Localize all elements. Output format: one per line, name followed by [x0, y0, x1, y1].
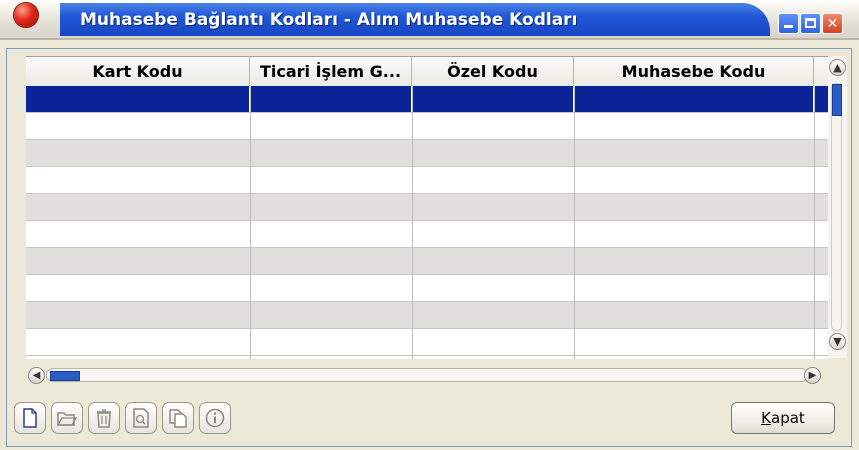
table-row[interactable] — [26, 248, 828, 275]
copy-button[interactable] — [162, 402, 194, 434]
table-cell[interactable] — [250, 194, 412, 220]
scroll-left-button[interactable]: ◀ — [28, 367, 45, 384]
info-icon — [205, 408, 225, 428]
data-grid[interactable]: Kart Kodu Ticari İşlem G... Özel Kodu Mu… — [26, 56, 828, 359]
table-cell[interactable] — [574, 302, 814, 328]
table-row[interactable] — [26, 86, 828, 113]
horizontal-scrollbar[interactable]: ◀ ▶ — [28, 366, 828, 386]
grid-header: Kart Kodu Ticari İşlem G... Özel Kodu Mu… — [26, 57, 828, 87]
table-cell[interactable] — [412, 275, 574, 301]
table-cell[interactable] — [250, 221, 412, 247]
window: Muhasebe Bağlantı Kodları - Alım Muhaseb… — [0, 0, 859, 450]
column-divider — [250, 86, 251, 359]
kapat-label: apat — [771, 409, 805, 427]
table-row[interactable] — [26, 275, 828, 302]
table-cell[interactable] — [412, 113, 574, 139]
table-row[interactable] — [26, 329, 828, 356]
table-cell[interactable] — [26, 86, 250, 112]
maximize-button[interactable] — [800, 13, 821, 34]
column-header-ticari-islem[interactable]: Ticari İşlem G... — [250, 57, 412, 86]
column-header-ozel-kodu[interactable]: Özel Kodu — [412, 57, 574, 86]
table-cell[interactable] — [574, 248, 814, 274]
table-cell[interactable] — [250, 329, 412, 355]
table-row[interactable] — [26, 140, 828, 167]
table-row[interactable] — [26, 194, 828, 221]
table-row[interactable] — [26, 167, 828, 194]
window-title: Muhasebe Bağlantı Kodları - Alım Muhaseb… — [80, 10, 578, 30]
table-row[interactable] — [26, 221, 828, 248]
vertical-scroll-thumb[interactable] — [832, 84, 842, 116]
delete-icon — [97, 409, 111, 428]
kapat-mnemonic: K — [761, 409, 772, 427]
column-header-kart-kodu[interactable]: Kart Kodu — [26, 57, 250, 86]
close-button[interactable]: ✕ — [822, 13, 843, 34]
table-row[interactable] — [26, 302, 828, 329]
table-cell[interactable] — [250, 167, 412, 193]
preview-icon — [133, 408, 149, 428]
table-cell[interactable] — [574, 167, 814, 193]
table-cell[interactable] — [26, 329, 250, 355]
table-cell[interactable] — [26, 140, 250, 166]
table-cell[interactable] — [574, 194, 814, 220]
table-cell[interactable] — [574, 140, 814, 166]
title-bar[interactable]: Muhasebe Bağlantı Kodları - Alım Muhaseb… — [0, 0, 859, 40]
maximize-icon — [805, 18, 816, 28]
table-cell[interactable] — [412, 194, 574, 220]
vertical-scroll-track[interactable] — [831, 83, 842, 331]
copy-icon — [169, 409, 187, 428]
table-cell[interactable] — [26, 248, 250, 274]
column-divider — [574, 86, 575, 359]
table-cell[interactable] — [574, 221, 814, 247]
minimize-button[interactable] — [778, 13, 799, 34]
open-button[interactable] — [51, 402, 83, 434]
title-tab: Muhasebe Bağlantı Kodları - Alım Muhaseb… — [60, 3, 770, 36]
column-divider — [814, 86, 815, 359]
table-cell[interactable] — [412, 329, 574, 355]
table-cell[interactable] — [26, 113, 250, 139]
horizontal-scroll-track[interactable] — [46, 368, 808, 382]
table-cell[interactable] — [250, 248, 412, 274]
table-cell[interactable] — [412, 302, 574, 328]
column-header-muhasebe-kodu[interactable]: Muhasebe Kodu — [574, 57, 814, 86]
table-cell[interactable] — [250, 140, 412, 166]
scroll-down-button[interactable]: ▼ — [829, 333, 846, 350]
table-cell[interactable] — [412, 140, 574, 166]
app-icon[interactable] — [14, 3, 38, 27]
close-icon: ✕ — [826, 15, 839, 32]
minimize-icon — [784, 25, 793, 28]
new-button[interactable] — [14, 402, 46, 434]
table-cell[interactable] — [26, 275, 250, 301]
table-cell[interactable] — [26, 302, 250, 328]
table-cell[interactable] — [412, 221, 574, 247]
table-cell[interactable] — [250, 86, 412, 112]
table-cell[interactable] — [412, 86, 574, 112]
table-cell[interactable] — [26, 221, 250, 247]
info-button[interactable] — [199, 402, 231, 434]
table-cell[interactable] — [412, 248, 574, 274]
open-icon — [56, 412, 78, 426]
delete-button[interactable] — [88, 402, 120, 434]
column-divider — [412, 86, 413, 359]
horizontal-scroll-thumb[interactable] — [50, 371, 80, 381]
table-cell[interactable] — [26, 194, 250, 220]
table-cell[interactable] — [574, 86, 814, 112]
table-cell[interactable] — [412, 167, 574, 193]
scroll-right-button[interactable]: ▶ — [804, 367, 821, 384]
table-cell[interactable] — [26, 167, 250, 193]
kapat-button[interactable]: Kapat — [731, 402, 835, 434]
table-row[interactable] — [26, 113, 828, 140]
table-cell[interactable] — [250, 275, 412, 301]
table-cell[interactable] — [574, 329, 814, 355]
preview-button[interactable] — [125, 402, 157, 434]
scroll-up-button[interactable]: ▲ — [829, 59, 846, 76]
table-cell[interactable] — [250, 302, 412, 328]
new-icon — [23, 408, 37, 428]
vertical-scrollbar[interactable]: ▲ ▼ — [828, 56, 847, 358]
table-cell[interactable] — [574, 113, 814, 139]
table-cell[interactable] — [250, 113, 412, 139]
table-cell[interactable] — [574, 275, 814, 301]
